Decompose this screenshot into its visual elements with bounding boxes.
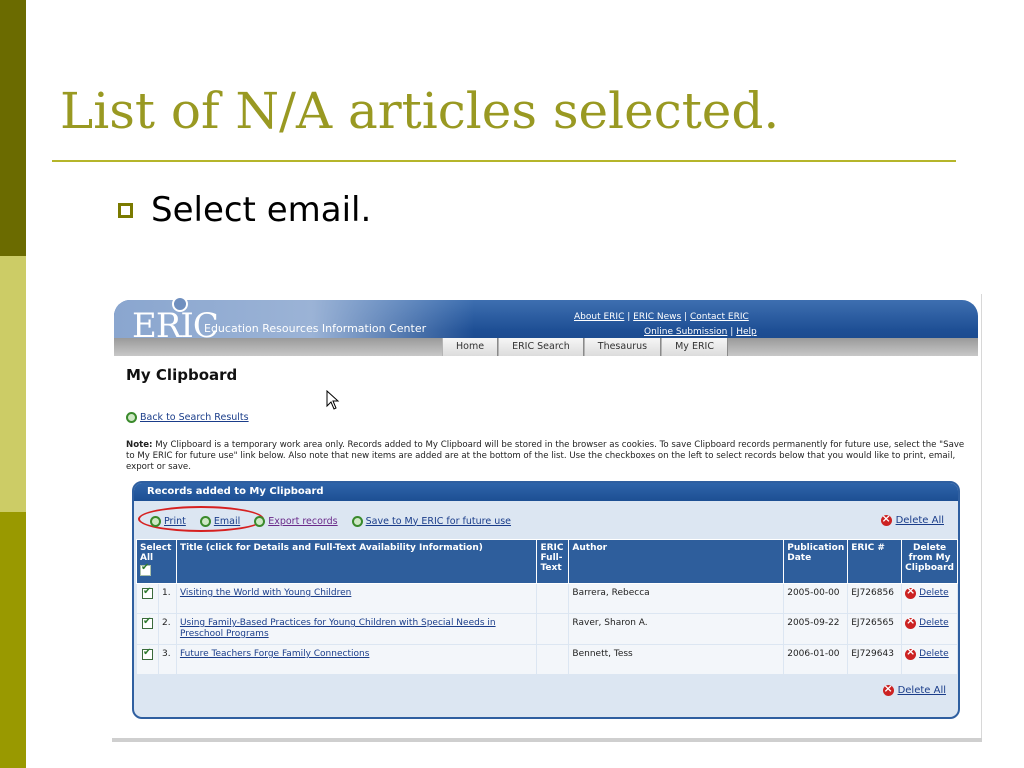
pubdate-cell: 2006-01-00 [783,644,849,675]
save-to-my-eric-button[interactable]: Save to My ERIC for future use [351,515,512,527]
export-label: Export records [268,515,338,527]
online-submission-link[interactable]: Online Submission [644,327,727,337]
export-records-button[interactable]: Export records [254,515,338,527]
pubdate-column-header[interactable]: Publication Date [783,539,849,584]
eric-tagline: Education Resources Information Center [204,322,427,335]
delete-column-header: Delete from My Clipboard [901,539,958,584]
table-row: 2. Using Family-Based Practices for Youn… [136,613,958,645]
select-all-header: Select All [136,539,177,584]
delete-icon [880,512,892,526]
select-all-checkbox[interactable] [140,563,151,576]
row-checkbox[interactable] [141,586,153,599]
table-row: 1. Visiting the World with Young Childre… [136,583,958,614]
row-number: 1. [157,583,177,614]
delete-all-label: Delete All [895,515,944,526]
tab-home[interactable]: Home [442,338,499,356]
top-links-row1: About ERIC | ERIC News | Contact ERIC [574,312,749,322]
save-icon [351,515,363,527]
note-label: Note: [126,440,153,450]
row-checkbox[interactable] [141,647,153,660]
eric-news-link[interactable]: ERIC News [633,312,681,322]
title-column-header[interactable]: Title (click for Details and Full-Text A… [175,539,538,584]
delete-icon [905,646,917,660]
tab-my-eric[interactable]: My ERIC [661,338,728,356]
note-text: My Clipboard is a temporary work area on… [126,440,965,472]
email-button[interactable]: Email [199,515,241,527]
tab-thesaurus[interactable]: Thesaurus [583,338,662,356]
record-title-link[interactable]: Using Family-Based Practices for Young C… [180,618,496,639]
save-label: Save to My ERIC for future use [365,515,512,527]
print-icon [150,515,161,527]
sidebar-block-top [0,0,26,256]
top-links-row2: Online Submission | Help [644,327,757,337]
tab-eric-search[interactable]: ERIC Search [498,338,584,356]
back-link-label: Back to Search Results [140,412,249,423]
fulltext-column-header: ERIC Full-Text [536,539,570,584]
eric-number-cell: EJ726565 [847,613,903,645]
email-icon [199,515,211,527]
export-icon [254,515,266,527]
fulltext-cell [536,644,570,675]
clipboard-panel: Records added to My Clipboard Print Emai… [132,481,960,719]
row-delete-label: Delete [919,588,949,598]
select-all-label: Select All [140,543,172,563]
row-delete-button[interactable]: Delete [905,615,954,629]
row-delete-button[interactable]: Delete [905,646,954,660]
sidebar-block-bottom [0,512,26,768]
globe-icon [172,296,188,312]
row-number: 2. [157,613,177,645]
clipboard-toolbar: Print Email Export records Save to My ER… [150,514,525,528]
author-cell: Raver, Sharon A. [568,613,785,645]
contact-eric-link[interactable]: Contact ERIC [690,312,749,322]
delete-icon [905,585,917,599]
bullet-text: Select email. [151,190,372,230]
delete-all-label: Delete All [897,685,946,696]
eric-number-column-header[interactable]: ERIC # [847,539,903,584]
mouse-cursor-icon [326,390,340,410]
delete-icon [882,682,894,696]
sidebar-block-middle [0,256,26,512]
author-cell: Barrera, Rebecca [568,583,785,614]
clipboard-table: Select All Title (click for Details and … [136,539,958,675]
eric-number-cell: EJ726856 [847,583,903,614]
eric-number-cell: EJ729643 [847,644,903,675]
delete-icon [905,615,917,629]
clipboard-note: Note: My Clipboard is a temporary work a… [126,440,968,473]
fulltext-cell [536,613,570,645]
title-divider [52,160,956,162]
about-eric-link[interactable]: About ERIC [574,312,624,322]
email-label: Email [213,515,241,527]
delete-all-button-bottom[interactable]: Delete All [882,682,946,696]
pubdate-cell: 2005-09-22 [783,613,849,645]
record-title-link[interactable]: Visiting the World with Young Children [180,588,351,598]
page-title: My Clipboard [126,366,238,384]
print-button[interactable]: Print [150,515,186,527]
eric-screenshot: ERIC Education Resources Information Cen… [112,294,982,740]
print-label: Print [164,515,186,527]
author-cell: Bennett, Tess [568,644,785,675]
table-row: 3. Future Teachers Forge Family Connecti… [136,644,958,675]
row-delete-label: Delete [919,618,949,628]
row-delete-label: Delete [919,649,949,659]
pubdate-cell: 2005-00-00 [783,583,849,614]
table-header-row: Select All Title (click for Details and … [136,539,958,584]
row-delete-button[interactable]: Delete [905,585,954,599]
row-number: 3. [157,644,177,675]
record-title-link[interactable]: Future Teachers Forge Family Connections [180,649,369,659]
panel-header: Records added to My Clipboard [134,483,958,501]
back-arrow-icon [126,412,137,423]
fulltext-cell [536,583,570,614]
bullet-square-icon [118,203,133,218]
row-checkbox[interactable] [141,616,153,629]
author-column-header[interactable]: Author [568,539,785,584]
back-to-search-link[interactable]: Back to Search Results [126,412,249,423]
nav-tabs: Home ERIC Search Thesaurus My ERIC [442,338,728,356]
delete-all-button-top[interactable]: Delete All [880,512,944,526]
help-link[interactable]: Help [736,327,757,337]
screenshot-bottom-edge [112,738,982,742]
slide-title: List of N/A articles selected. [60,82,780,140]
